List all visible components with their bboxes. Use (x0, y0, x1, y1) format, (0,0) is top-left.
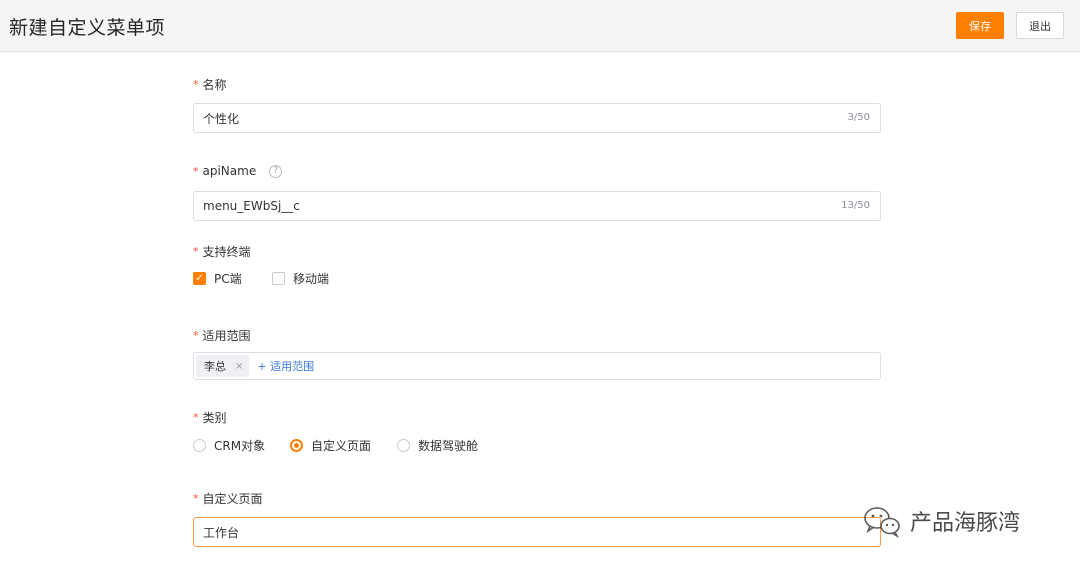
name-label-text: 名称 (202, 78, 227, 92)
required-mark: * (193, 245, 199, 258)
name-char-counter: 3/50 (847, 112, 870, 123)
radio-data-cockpit[interactable]: 数据驾驶舱 (397, 437, 478, 454)
custom-page-select-value: 工作台 (203, 525, 240, 540)
watermark: 产品海豚湾 (862, 504, 1020, 538)
category-label: * 类别 (193, 409, 227, 426)
save-button[interactable]: 保存 (956, 12, 1004, 39)
name-label: * 名称 (193, 76, 227, 93)
radio-crm-object-label: CRM对象 (214, 439, 266, 453)
page-title: 新建自定义菜单项 (9, 17, 166, 39)
add-scope-link[interactable]: + 适用范围 (257, 358, 314, 374)
checkbox-pc-label: PC端 (214, 272, 242, 286)
wechat-logo-icon (864, 507, 900, 538)
scope-tag: 李总 × (196, 355, 250, 377)
custom-page-select[interactable]: 工作台 (193, 517, 881, 547)
checkbox-mobile-label: 移动端 (293, 272, 330, 286)
scope-label: * 适用范围 (193, 327, 251, 344)
radio-unchecked-icon[interactable] (193, 439, 206, 452)
required-mark: * (193, 78, 199, 91)
api-name-label-text: apiName (202, 164, 257, 178)
custom-page-label-text: 自定义页面 (202, 492, 263, 506)
checkbox-pc[interactable]: ✓ PC端 (193, 270, 242, 287)
name-input[interactable]: 个性化 3/50 (193, 103, 881, 133)
close-icon[interactable]: × (235, 361, 243, 372)
api-name-char-counter: 13/50 (841, 200, 870, 211)
checkbox-checked-icon[interactable]: ✓ (193, 272, 206, 285)
category-label-text: 类别 (202, 411, 227, 425)
question-help-icon[interactable]: ? (269, 164, 283, 178)
radio-crm-object[interactable]: CRM对象 (193, 437, 265, 454)
radio-unchecked-icon[interactable] (397, 439, 410, 452)
radio-custom-page[interactable]: 自定义页面 (290, 437, 371, 454)
scope-label-text: 适用范围 (202, 329, 251, 343)
required-mark: * (193, 164, 199, 178)
scope-tag-label: 李总 (204, 360, 226, 373)
checkbox-unchecked-icon[interactable] (272, 272, 285, 285)
api-name-input-value: menu_EWbSj__c (203, 199, 300, 213)
api-name-input[interactable]: menu_EWbSj__c 13/50 (193, 191, 881, 221)
radio-checked-icon[interactable] (290, 439, 303, 452)
radio-custom-page-label: 自定义页面 (311, 439, 372, 453)
exit-button[interactable]: 退出 (1016, 12, 1064, 39)
watermark-text: 产品海豚湾 (910, 511, 1021, 536)
required-mark: * (193, 492, 199, 505)
top-header: 新建自定义菜单项 保存 退出 (0, 0, 1080, 52)
checkbox-mobile[interactable]: 移动端 (272, 270, 329, 287)
scope-tag-input[interactable]: 李总 × + 适用范围 (193, 352, 881, 380)
required-mark: * (193, 411, 199, 424)
radio-data-cockpit-label: 数据驾驶舱 (418, 439, 479, 453)
custom-page-label: * 自定义页面 (193, 490, 263, 507)
terminals-label-text: 支持终端 (202, 245, 251, 259)
terminals-label: * 支持终端 (193, 243, 251, 260)
name-input-value: 个性化 (203, 111, 240, 126)
api-name-label: * apiName ? (193, 164, 283, 178)
required-mark: * (193, 329, 199, 342)
